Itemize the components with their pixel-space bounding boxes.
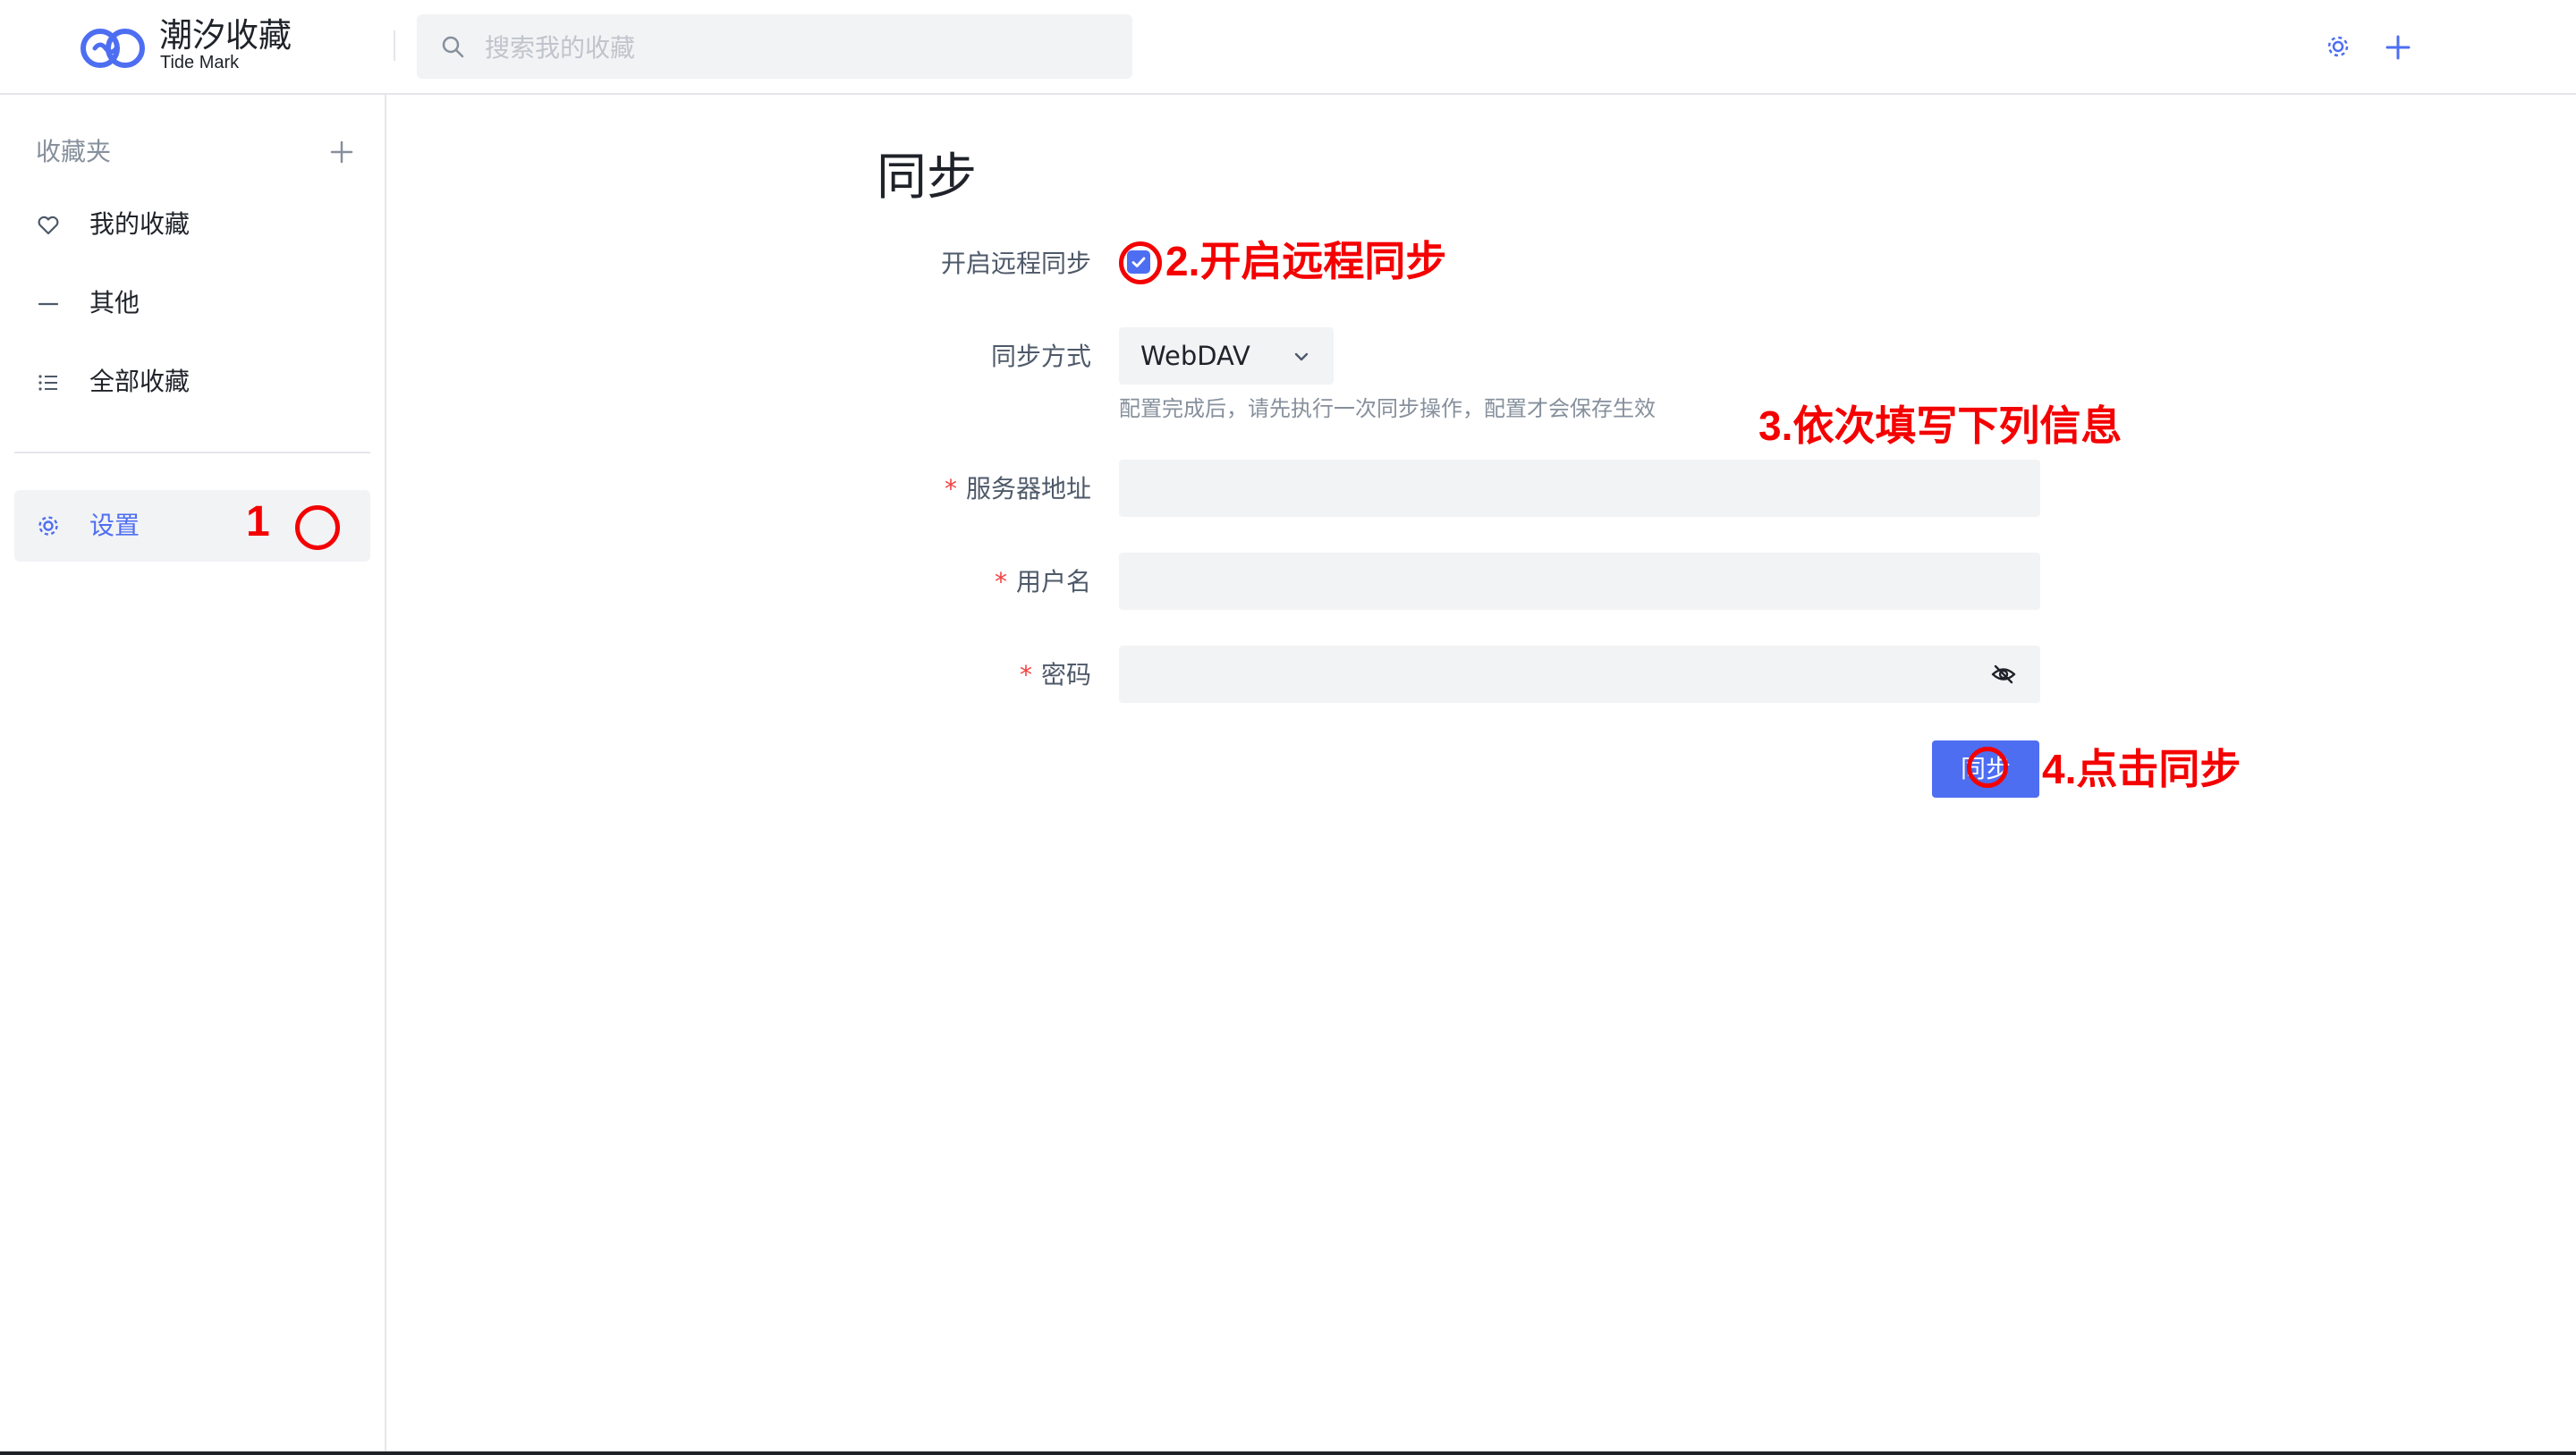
app-logo-icon [80, 29, 145, 68]
chevron-down-icon [1294, 352, 1309, 361]
annotation-circle-1 [295, 505, 340, 550]
dash-icon [38, 302, 59, 306]
username-input[interactable] [1119, 553, 2040, 610]
annotation-step-4: 4.点击同步 [2042, 746, 2241, 792]
server-address-label: * 服务器地址 [841, 474, 1091, 504]
app-title: 潮汐收藏 [159, 16, 292, 55]
remote-sync-label: 开启远程同步 [940, 249, 1091, 278]
sync-method-label: 同步方式 [990, 342, 1091, 371]
annotation-step-1: 1 [246, 498, 270, 546]
sidebar-item-other[interactable]: 其他 [89, 288, 140, 318]
sidebar-item-settings-label: 设置 [89, 511, 140, 540]
sync-config-hint: 配置完成后，请先执行一次同步操作，配置才会保存生效 [1119, 396, 1656, 421]
app-subtitle: Tide Mark [160, 53, 240, 72]
heart-icon [38, 216, 59, 235]
username-label: * 用户名 [841, 567, 1091, 597]
annotation-circle-2 [1119, 241, 1162, 284]
page-title: 同步 [877, 148, 977, 207]
sidebar-heading: 收藏夹 [36, 137, 112, 166]
annotation-step-3: 3.依次填写下列信息 [1758, 402, 2123, 449]
sidebar-item-all-favorites[interactable]: 全部收藏 [89, 367, 190, 397]
search-input[interactable] [483, 20, 1113, 75]
server-address-label-text: 服务器地址 [965, 474, 1091, 503]
sidebar-item-my-favorites[interactable]: 我的收藏 [89, 209, 190, 240]
gear-icon[interactable] [2326, 34, 2351, 59]
annotation-step-2: 2.开启远程同步 [1165, 238, 1447, 284]
gear-icon [38, 516, 58, 536]
password-label: * 密码 [841, 660, 1091, 690]
plus-icon[interactable] [2385, 34, 2411, 61]
header-divider [394, 30, 395, 61]
window-bottom-edge [0, 1451, 2576, 1455]
search-icon [442, 36, 464, 58]
required-mark: * [1019, 660, 1032, 689]
sync-method-value: WebDAV [1140, 341, 1250, 371]
required-mark: * [944, 474, 957, 503]
eye-off-icon[interactable] [1991, 664, 2016, 685]
password-label-text: 密码 [1040, 660, 1091, 689]
add-folder-icon[interactable] [329, 140, 354, 165]
list-icon [38, 375, 57, 391]
server-address-input[interactable] [1119, 460, 2040, 517]
app-header [0, 0, 2576, 95]
username-label-text: 用户名 [1015, 567, 1091, 596]
annotation-circle-4 [1967, 747, 2008, 788]
password-input[interactable] [1119, 646, 2040, 703]
sidebar-divider [14, 452, 370, 453]
required-mark: * [994, 567, 1007, 596]
